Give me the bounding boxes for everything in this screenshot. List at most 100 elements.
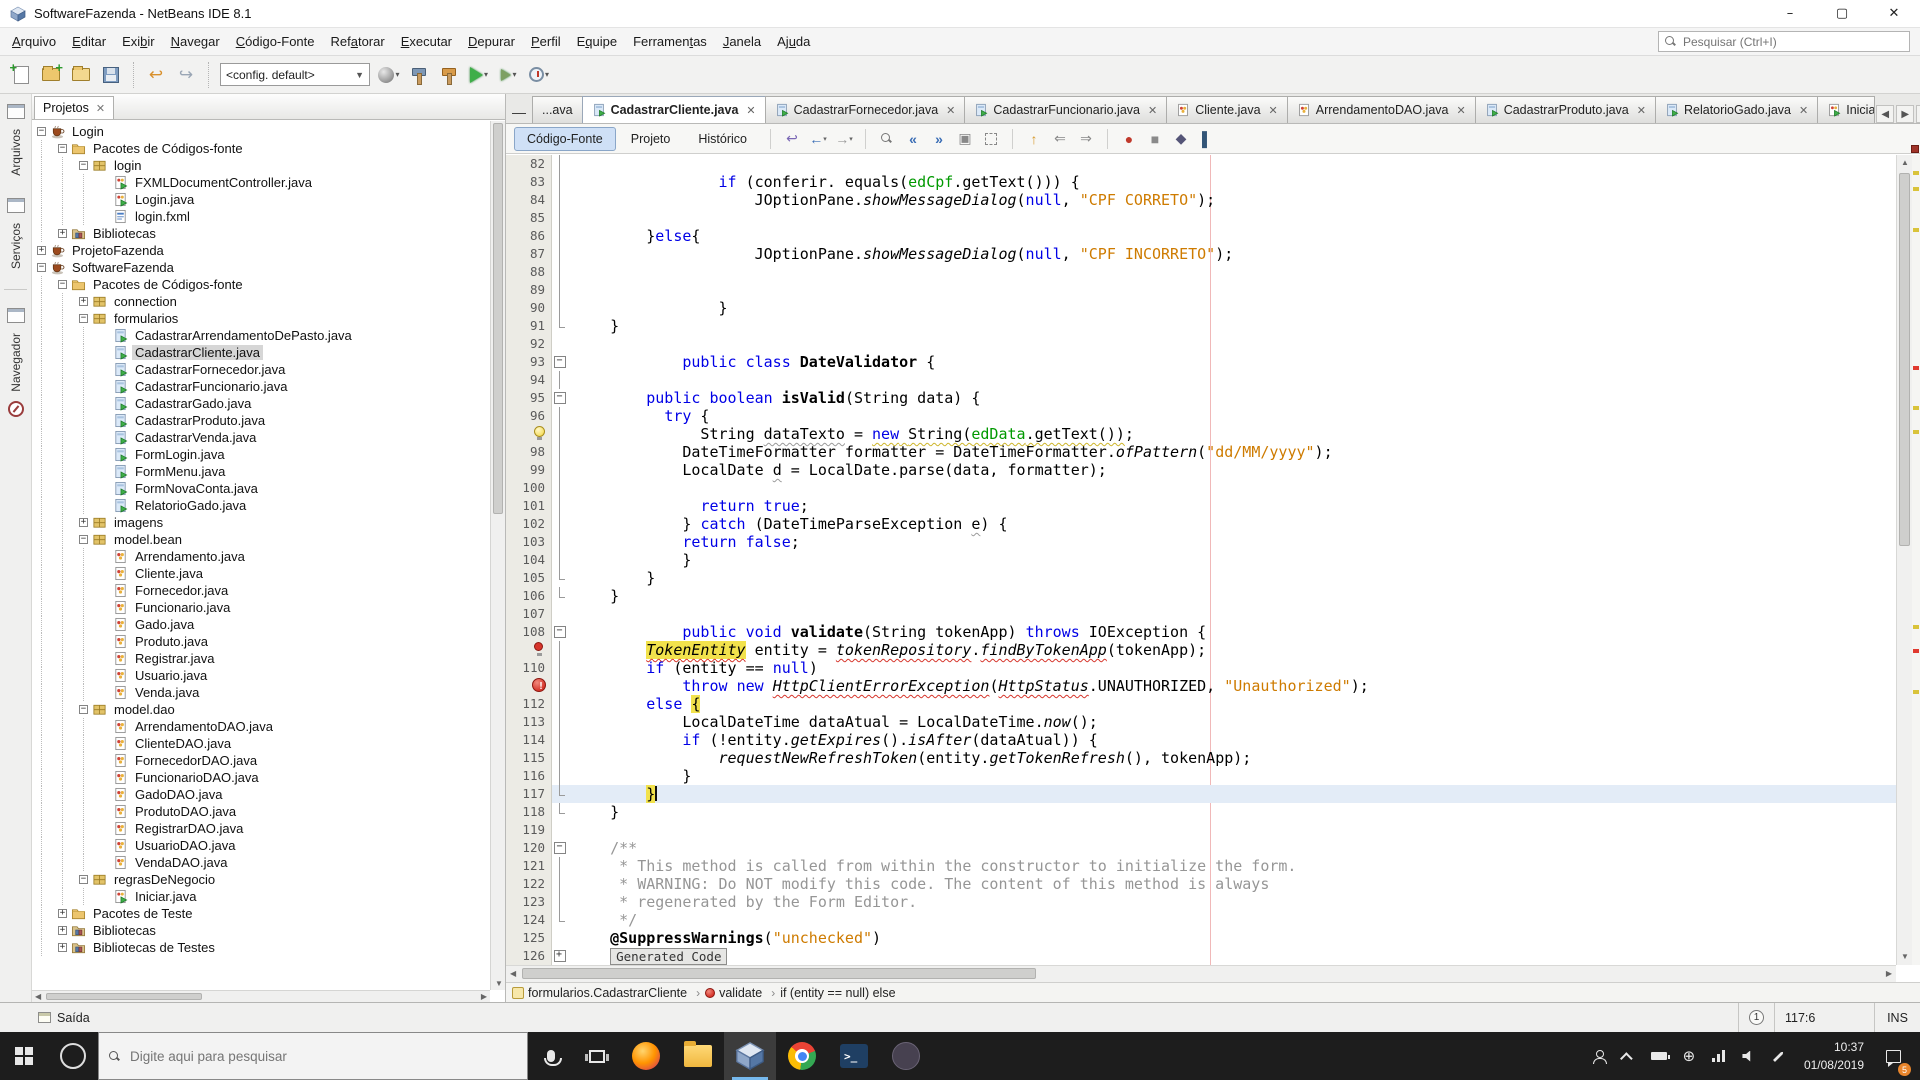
expand-icon[interactable]: + — [58, 909, 67, 918]
tree-row[interactable]: CadastrarProduto.java — [36, 412, 490, 429]
sidebar-tab-navegador[interactable]: Navegador — [0, 298, 31, 428]
tree-row[interactable]: login.fxml — [36, 208, 490, 225]
tree-item-label[interactable]: Bibliotecas — [90, 226, 159, 241]
profile-button[interactable]: ▾ — [524, 60, 554, 90]
collapse-icon[interactable]: − — [37, 127, 46, 136]
code-editor[interactable]: 82 83 if (conferir. equals(edCpf.getText(… — [506, 155, 1896, 965]
breadcrumb-item-formularios-cadastrarcliente[interactable]: formularios.CadastrarCliente — [512, 986, 687, 1000]
tree-row[interactable]: CadastrarFornecedor.java — [36, 361, 490, 378]
tree-row[interactable]: + connection — [36, 293, 490, 310]
tree-item-label[interactable]: CadastrarFornecedor.java — [132, 362, 288, 377]
error-mark[interactable] — [1913, 649, 1919, 654]
stop-macro-button[interactable]: ■ — [1143, 127, 1167, 151]
tree-row[interactable]: + ProjetoFazenda — [36, 242, 490, 259]
tree-item-label[interactable]: Venda.java — [132, 685, 202, 700]
previous-occurrence-button[interactable]: « — [901, 127, 925, 151]
tree-row[interactable]: VendaDAO.java — [36, 854, 490, 871]
menu-item-editar[interactable]: Editar — [64, 30, 114, 53]
build-button[interactable] — [404, 60, 434, 90]
warning-mark[interactable] — [1913, 227, 1919, 232]
taskbar-app-other[interactable] — [880, 1032, 932, 1080]
view-tab-hist-rico[interactable]: Histórico — [685, 127, 760, 151]
tree-item-label[interactable]: Iniciar.java — [132, 889, 199, 904]
scroll-tabs-right-button[interactable]: ▶ — [1896, 105, 1915, 123]
hidden-icons-button[interactable] — [1614, 1032, 1644, 1080]
sidebar-tab-arquivos[interactable]: Arquivos — [0, 94, 31, 188]
last-edit-button[interactable]: ↩ — [780, 127, 804, 151]
collapse-icon[interactable]: − — [79, 161, 88, 170]
collapse-icon[interactable]: − — [58, 280, 67, 289]
editor-vertical-scrollbar[interactable]: ▲ ▼ — [1896, 155, 1912, 965]
menu-item-c-digo-fonte[interactable]: Código-Fonte — [228, 30, 323, 53]
tree-item-label[interactable]: ProjetoFazenda — [69, 243, 167, 258]
close-icon[interactable]: ✕ — [1148, 104, 1157, 117]
view-tab-c-digo-fonte[interactable]: Código-Fonte — [514, 126, 616, 151]
tree-item-label[interactable]: Cliente.java — [132, 566, 206, 581]
tree-item-label[interactable]: CadastrarFuncionario.java — [132, 379, 290, 394]
tree-item-label[interactable]: CadastrarGado.java — [132, 396, 254, 411]
tree-item-label[interactable]: regrasDeNegocio — [111, 872, 218, 887]
tree-item-label[interactable]: ArrendamentoDAO.java — [132, 719, 276, 734]
tree-item-label[interactable]: SoftwareFazenda — [69, 260, 177, 275]
tree-row[interactable]: RelatorioGado.java — [36, 497, 490, 514]
menu-item-arquivo[interactable]: Arquivo — [4, 30, 64, 53]
tree-row[interactable]: Iniciar.java — [36, 888, 490, 905]
tree-item-label[interactable]: FormMenu.java — [132, 464, 228, 479]
tree-row[interactable]: − Login — [36, 123, 490, 140]
tree-item-label[interactable]: login.fxml — [132, 209, 193, 224]
tree-item-label[interactable]: Fornecedor.java — [132, 583, 231, 598]
tab-list-dropdown-button[interactable]: ▼ — [1916, 105, 1920, 123]
menu-item-refatorar[interactable]: Refatorar — [323, 30, 393, 53]
expand-icon[interactable]: + — [58, 943, 67, 952]
tree-row[interactable]: CadastrarVenda.java — [36, 429, 490, 446]
expand-icon[interactable]: + — [79, 297, 88, 306]
tree-row[interactable]: FornecedorDAO.java — [36, 752, 490, 769]
close-icon[interactable]: ✕ — [1269, 104, 1278, 117]
tree-row[interactable]: Fornecedor.java — [36, 582, 490, 599]
editor-tab-relatoriogado-java[interactable]: RelatorioGado.java ✕ — [1654, 96, 1819, 123]
collapse-icon[interactable]: − — [58, 144, 67, 153]
taskbar-app-firefox[interactable] — [620, 1032, 672, 1080]
view-tab-projeto[interactable]: Projeto — [618, 127, 684, 151]
tree-item-label[interactable]: Pacotes de Códigos-fonte — [90, 141, 246, 156]
tree-row[interactable]: − regrasDeNegocio — [36, 871, 490, 888]
sidebar-tab-servicos[interactable]: Serviços — [0, 188, 31, 281]
error-stripe[interactable] — [1911, 145, 1920, 965]
tree-item-label[interactable]: RelatorioGado.java — [132, 498, 249, 513]
run-button[interactable]: ▾ — [464, 60, 494, 90]
menu-item-equipe[interactable]: Equipe — [569, 30, 625, 53]
close-icon[interactable]: ✕ — [96, 102, 105, 115]
expand-icon[interactable]: + — [79, 518, 88, 527]
new-file-button[interactable] — [6, 60, 36, 90]
tree-row[interactable]: + Bibliotecas — [36, 225, 490, 242]
fold-collapse-icon[interactable] — [552, 839, 568, 857]
tree-item-label[interactable]: ProdutoDAO.java — [132, 804, 239, 819]
taskbar-search-input[interactable] — [128, 1047, 517, 1065]
taskbar-app-explorer[interactable] — [672, 1032, 724, 1080]
tree-row[interactable]: − login — [36, 157, 490, 174]
menu-item-ajuda[interactable]: Ajuda — [769, 30, 818, 53]
tree-row[interactable]: − model.dao — [36, 701, 490, 718]
redo-button[interactable]: ↪ — [171, 60, 201, 90]
tree-row[interactable]: ProdutoDAO.java — [36, 803, 490, 820]
tree-row[interactable]: ClienteDAO.java — [36, 735, 490, 752]
projects-vertical-scrollbar[interactable]: ▲ ▼ — [490, 121, 505, 990]
toggle-highlight-button[interactable]: ▣ — [953, 127, 977, 151]
tree-row[interactable]: FuncionarioDAO.java — [36, 769, 490, 786]
menu-item-depurar[interactable]: Depurar — [460, 30, 523, 53]
scroll-tabs-left-button[interactable]: ◀ — [1876, 105, 1895, 123]
select-in-projects-button[interactable] — [979, 127, 1003, 151]
tree-row[interactable]: − formularios — [36, 310, 490, 327]
editor-tab-cliente-java[interactable]: Cliente.java ✕ — [1166, 96, 1288, 123]
pen-button[interactable] — [1764, 1032, 1794, 1080]
next-occurrence-button[interactable]: » — [927, 127, 951, 151]
undo-button[interactable]: ↩ — [141, 60, 171, 90]
microphone-button[interactable] — [528, 1032, 574, 1080]
warning-mark[interactable] — [1913, 406, 1919, 411]
debug-button[interactable]: ▾ — [494, 60, 524, 90]
tree-item-label[interactable]: formularios — [111, 311, 181, 326]
tree-row[interactable]: + Pacotes de Teste — [36, 905, 490, 922]
tree-row[interactable]: + Bibliotecas de Testes — [36, 939, 490, 956]
start-button[interactable] — [0, 1032, 48, 1080]
tree-row[interactable]: UsuarioDAO.java — [36, 837, 490, 854]
